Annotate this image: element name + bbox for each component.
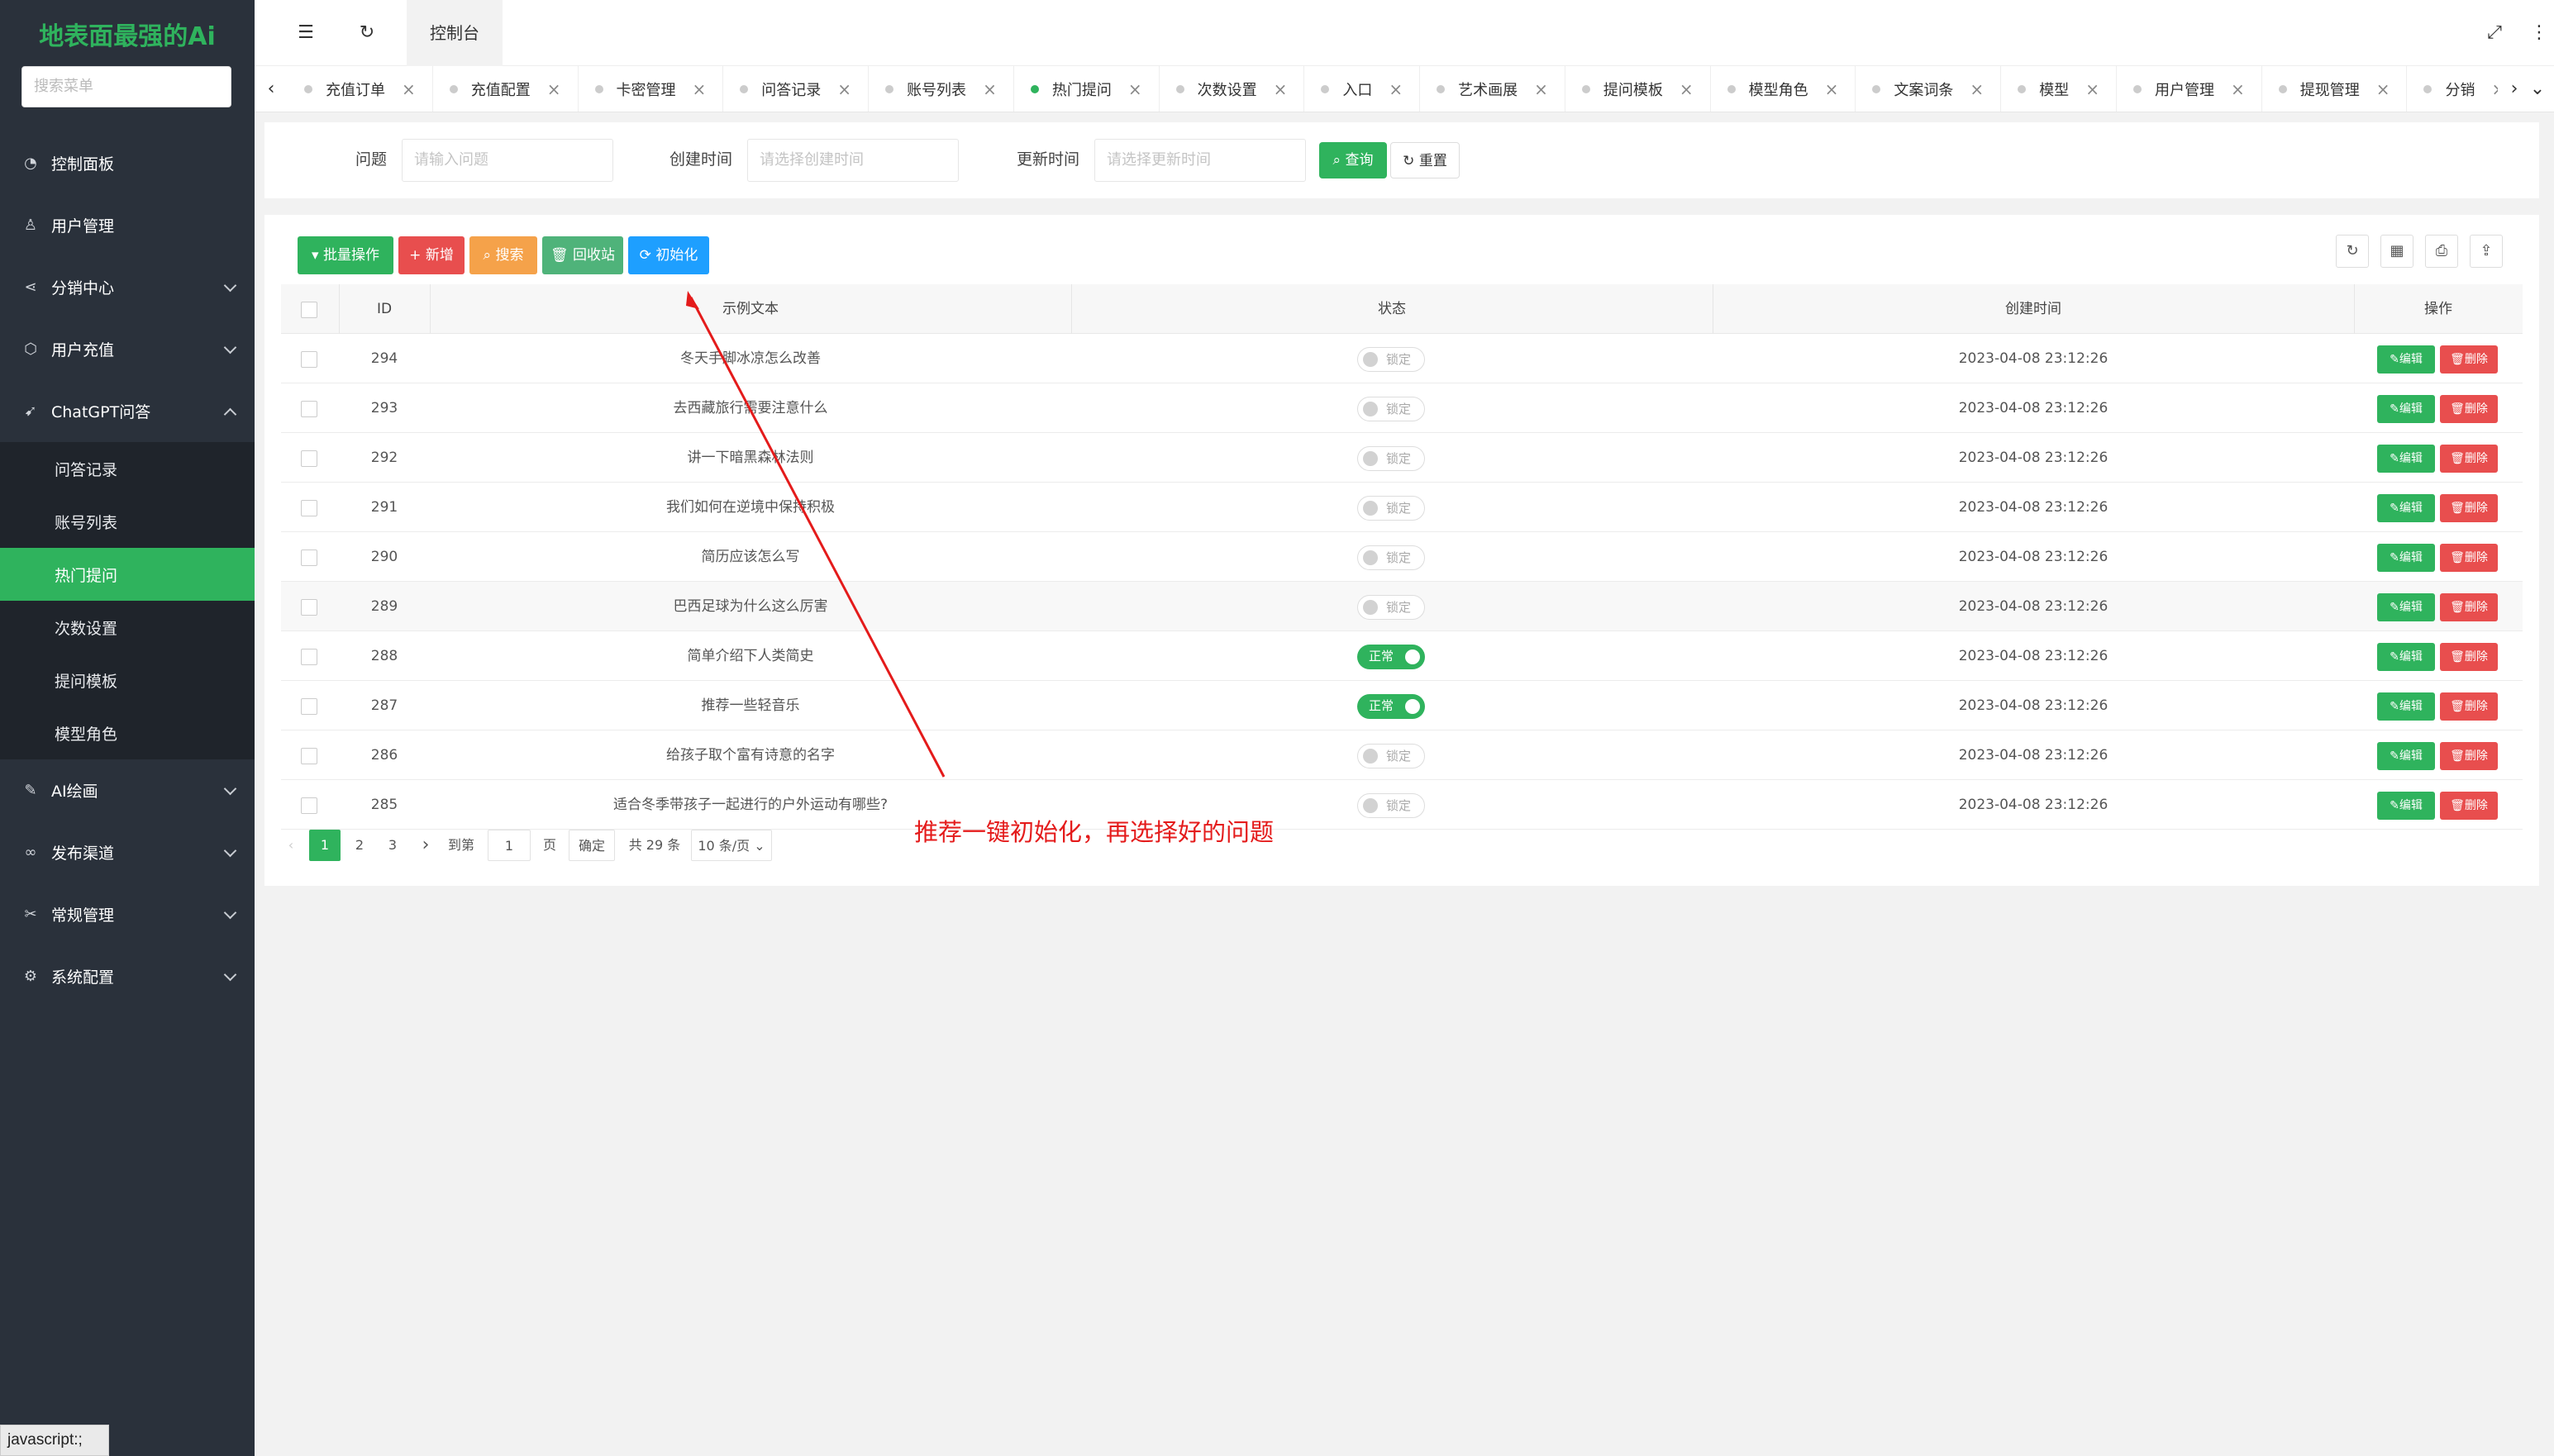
annotation-arrow — [686, 291, 946, 778]
annotation-text: 推荐一键初始化，再选择好的问题 — [914, 818, 1275, 846]
